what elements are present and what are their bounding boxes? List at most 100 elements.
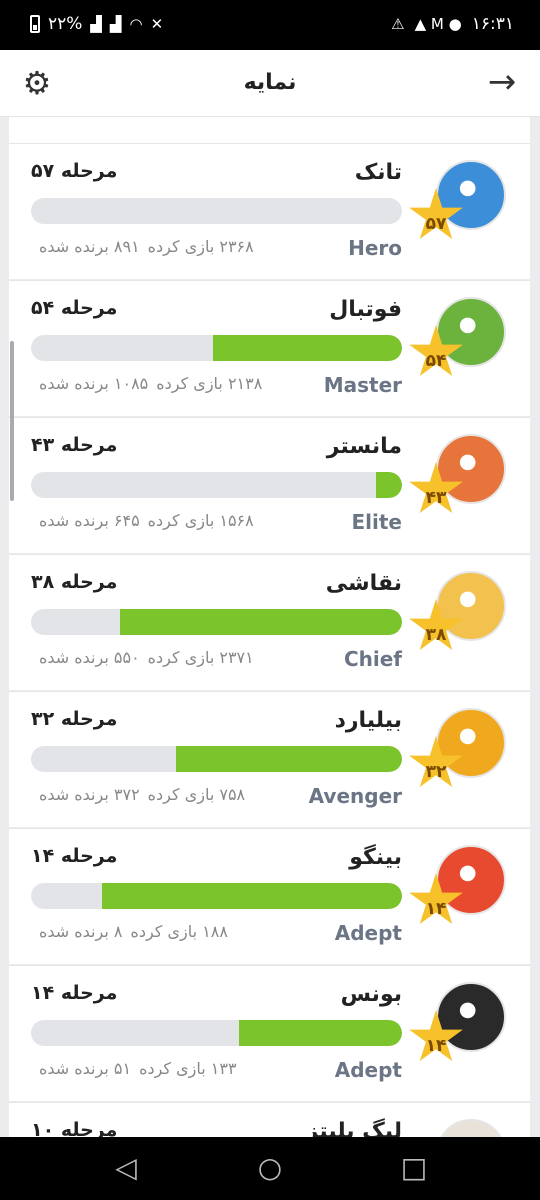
- games-won: ۸۹۱ برنده شده: [39, 237, 140, 256]
- game-icon-wrap[interactable]: ۳۲: [409, 708, 506, 787]
- game-stats: ۷۵۸ بازی کرده ۳۷۲ برنده شده: [31, 785, 245, 804]
- notification-icons: ▲ M ●: [414, 15, 462, 33]
- list-item-partial: [9, 117, 530, 144]
- game-name: نقاشی: [325, 571, 402, 596]
- game-card[interactable]: ۴۳ مانستر مرحله ۴۳ Elite ۱۵۶۸ بازی کرده ۶…: [9, 417, 530, 553]
- rank-label: Avenger: [308, 784, 402, 808]
- game-level: مرحله ۱۴: [31, 982, 118, 1004]
- game-icon-wrap[interactable]: ۳۸: [409, 571, 506, 650]
- games-won: ۵۵۰ برنده شده: [39, 648, 140, 667]
- game-card[interactable]: ۵۴ فوتبال مرحله ۵۴ Master ۲۱۳۸ بازی کرده…: [9, 280, 530, 416]
- game-name: لیگ بلیتز: [305, 1119, 402, 1137]
- rank-label: Hero: [348, 236, 402, 260]
- game-name: مانستر: [326, 434, 402, 459]
- game-stats: ۲۳۶۸ بازی کرده ۸۹۱ برنده شده: [31, 237, 254, 256]
- star-level: ۵۷: [425, 214, 447, 234]
- circle-home-icon[interactable]: ○: [255, 1153, 285, 1183]
- game-name: بونس: [340, 982, 402, 1007]
- game-stats-list[interactable]: ۵۷ تانک مرحله ۵۷ Hero ۲۳۶۸ بازی کرده ۸۹۱ …: [9, 117, 530, 1137]
- game-stats: ۱۸۸ بازی کرده ۸ برنده شده: [31, 922, 228, 941]
- progress-fill: [212, 335, 402, 361]
- battery-percent: ۲۲%: [48, 14, 83, 34]
- triangle-back-icon[interactable]: ◁: [111, 1153, 141, 1183]
- game-card[interactable]: ۳۸ نقاشی مرحله ۳۸ Chief ۲۳۷۱ بازی کرده ۵۵…: [9, 554, 530, 690]
- games-won: ۱۰۸۵ برنده شده: [39, 374, 149, 393]
- game-name: بیلیارد: [334, 708, 402, 733]
- game-icon-wrap[interactable]: ۱۴: [409, 845, 506, 924]
- rank-label: Adept: [334, 1058, 402, 1082]
- games-played: ۷۵۸ بازی کرده: [147, 785, 246, 804]
- game-icon-wrap[interactable]: ۵۴: [409, 297, 506, 376]
- progress-bar: [31, 883, 402, 909]
- system-nav-bar: ◁ ○ □: [0, 1137, 540, 1200]
- rank-label: Elite: [351, 510, 403, 534]
- game-name: فوتبال: [329, 297, 402, 322]
- status-bar: ۲۲% ▟ ▟ ◠ ✕ ⚠ ▲ M ● ۱۶:۳۱: [0, 0, 540, 50]
- star-level: ۳۸: [425, 625, 447, 645]
- game-stats: ۲۳۷۱ بازی کرده ۵۵۰ برنده شده: [31, 648, 254, 667]
- game-level: مرحله ۵۷: [31, 160, 118, 182]
- game-stats: ۲۱۳۸ بازی کرده ۱۰۸۵ برنده شده: [31, 374, 262, 393]
- game-level: مرحله ۱۰: [31, 1119, 118, 1137]
- game-icon-wrap[interactable]: ۵۷: [409, 160, 506, 239]
- game-card[interactable]: ۳۲ بیلیارد مرحله ۳۲ Avenger ۷۵۸ بازی کرد…: [9, 691, 530, 827]
- rank-label: Chief: [343, 647, 402, 671]
- rank-label: Adept: [334, 921, 402, 945]
- game-level: مرحله ۳۸: [31, 571, 118, 593]
- games-played: ۲۳۶۸ بازی کرده: [147, 237, 254, 256]
- game-icon-wrap[interactable]: ۴۳: [409, 434, 506, 513]
- game-card[interactable]: ۵۷ تانک مرحله ۵۷ Hero ۲۳۶۸ بازی کرده ۸۹۱ …: [9, 143, 530, 279]
- game-card[interactable]: ۱۴ بونس مرحله ۱۴ Adept ۱۳۳ بازی کرده ۵۱ ب…: [9, 965, 530, 1101]
- game-name: بینگو: [349, 845, 402, 870]
- mute-icon: ✕: [150, 15, 164, 33]
- app-bar: ⚙ نمایه →: [0, 50, 540, 117]
- games-played: ۱۵۶۸ بازی کرده: [147, 511, 254, 530]
- game-level: مرحله ۱۴: [31, 845, 118, 867]
- game-icon-wrap[interactable]: [436, 1119, 506, 1137]
- star-level: ۳۲: [425, 762, 447, 782]
- game-level: مرحله ۵۴: [31, 297, 118, 319]
- scrollbar[interactable]: [10, 341, 14, 501]
- progress-bar: [31, 198, 402, 224]
- star-level: ۴۳: [425, 488, 447, 508]
- game-card[interactable]: ۱۴ بینگو مرحله ۱۴ Adept ۱۸۸ بازی کرده ۸ ب…: [9, 828, 530, 964]
- progress-fill: [376, 472, 402, 498]
- star-level: ۱۴: [425, 899, 447, 919]
- game-icon-wrap[interactable]: ۱۴: [409, 982, 506, 1061]
- progress-bar: [31, 1020, 402, 1046]
- game-name: تانک: [354, 160, 402, 185]
- signal-icon: ▟: [90, 15, 102, 33]
- game-level: مرحله ۳۲: [31, 708, 118, 730]
- progress-bar: [31, 472, 402, 498]
- games-won: ۳۷۲ برنده شده: [39, 785, 140, 804]
- signal-icon-2: ▟: [109, 15, 122, 33]
- progress-fill: [175, 746, 402, 772]
- game-level: مرحله ۴۳: [31, 434, 118, 456]
- star-level: ۵۴: [425, 351, 447, 371]
- games-played: ۲۱۳۸ بازی کرده: [156, 374, 263, 393]
- blitz-league-icon: [436, 1119, 506, 1137]
- progress-fill: [101, 883, 402, 909]
- progress-bar: [31, 335, 402, 361]
- games-played: ۱۸۸ بازی کرده: [130, 922, 228, 941]
- arrow-right-icon[interactable]: →: [484, 64, 520, 100]
- games-won: ۵۱ برنده شده: [39, 1059, 132, 1078]
- battery-icon: [30, 15, 40, 33]
- games-won: ۸ برنده شده: [39, 922, 123, 941]
- game-stats: ۱۳۳ بازی کرده ۵۱ برنده شده: [31, 1059, 237, 1078]
- clock: ۱۶:۳۱: [471, 14, 514, 34]
- progress-bar: [31, 746, 402, 772]
- square-recents-icon[interactable]: □: [399, 1153, 429, 1183]
- games-won: ۶۴۵ برنده شده: [39, 511, 140, 530]
- wifi-icon: ◠: [129, 15, 143, 33]
- game-stats: ۱۵۶۸ بازی کرده ۶۴۵ برنده شده: [31, 511, 254, 530]
- progress-fill: [238, 1020, 402, 1046]
- games-played: ۱۳۳ بازی کرده: [139, 1059, 237, 1078]
- page-title: نمایه: [243, 70, 297, 95]
- games-played: ۲۳۷۱ بازی کرده: [147, 648, 254, 667]
- game-card[interactable]: لیگ بلیتز مرحله ۱۰: [9, 1102, 530, 1137]
- progress-fill: [120, 609, 402, 635]
- rank-label: Master: [323, 373, 402, 397]
- progress-bar: [31, 609, 402, 635]
- star-level: ۱۴: [425, 1036, 447, 1056]
